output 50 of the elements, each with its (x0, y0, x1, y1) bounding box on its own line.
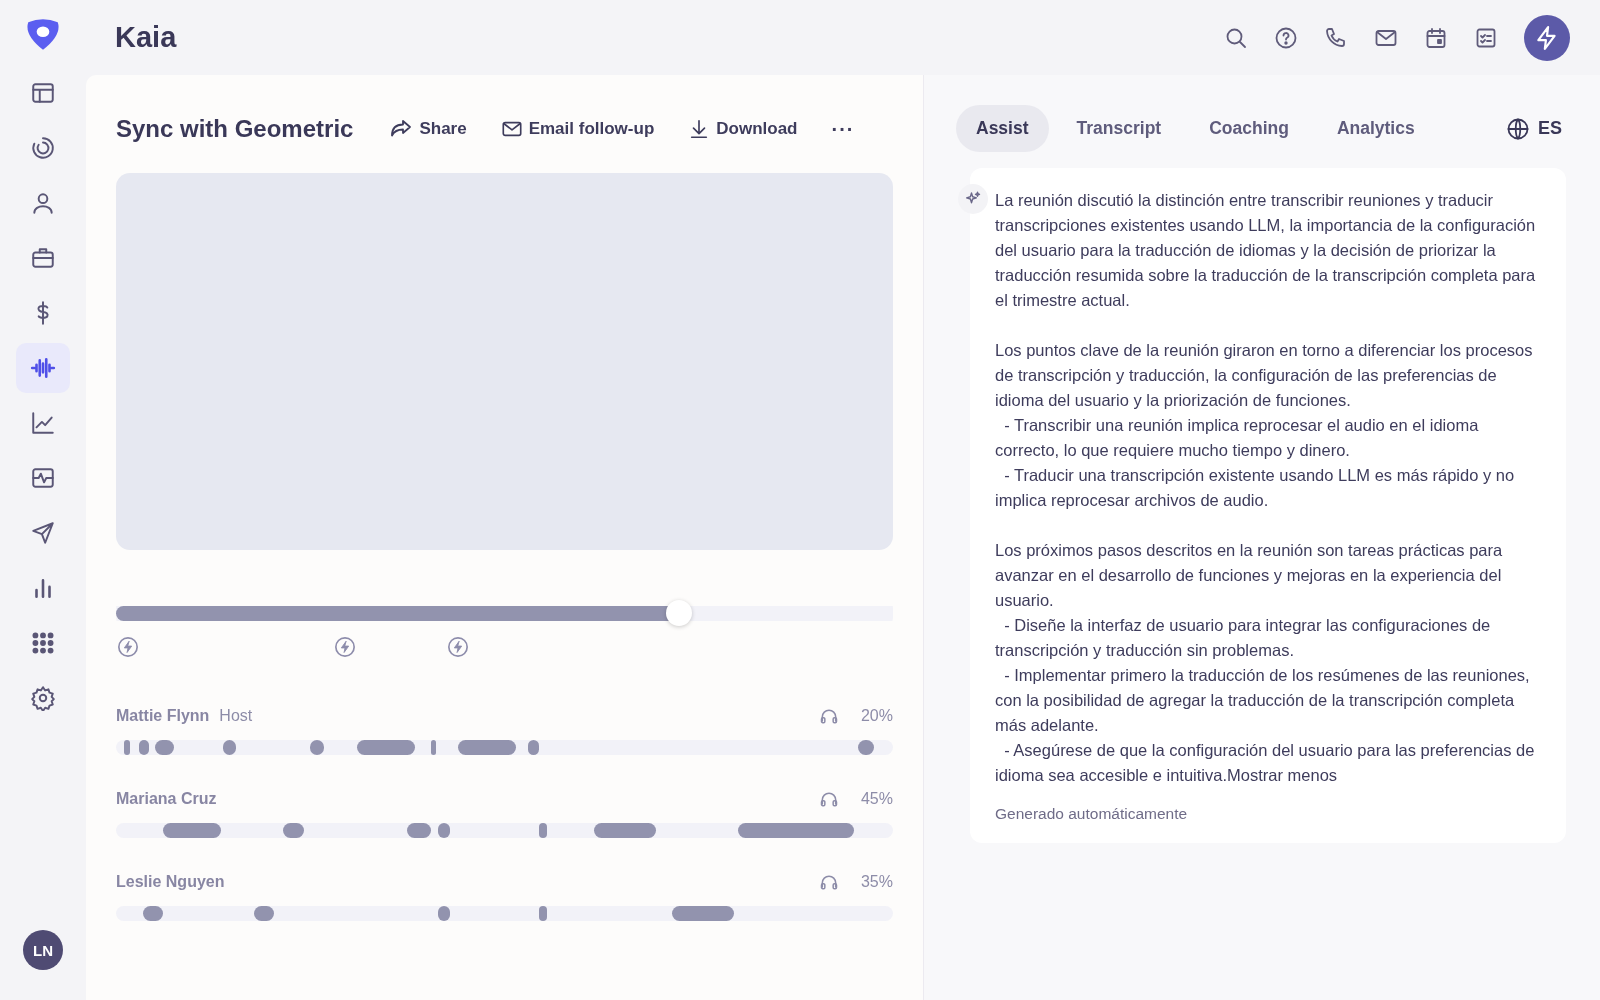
panel-tab[interactable]: Coaching (1189, 105, 1309, 152)
summary-text: - Traducir una transcripción existente usando LLM es más rápido y no implica reprocesar archivos de audio. (995, 465, 1516, 511)
briefcase-icon (30, 245, 56, 271)
summary-text: - Diseñe la interfaz de usuario para integrar las configuraciones de transcripción y traducción sin problemas. (995, 615, 1492, 661)
lightning-marker-icon[interactable] (334, 636, 357, 658)
speaker-name: Mariana Cruz (116, 790, 217, 808)
lightning-marker-icon[interactable] (116, 636, 139, 658)
send-icon (30, 520, 56, 546)
calendar-icon[interactable] (1424, 25, 1448, 50)
speaker-name: Mattie Flynn (116, 707, 210, 725)
call-title: Sync with Geometric (116, 115, 354, 143)
summary-text: - Transcribir una reunión implica reprocesar el audio en el idioma correcto, lo que requiere mucho tiempo y dinero. (995, 415, 1480, 461)
download-button[interactable]: Download (682, 114, 804, 144)
layout-icon (30, 80, 56, 106)
waveform-icon (30, 355, 56, 381)
trend-icon (30, 410, 56, 436)
pulse-icon (30, 465, 56, 491)
grid-icon (30, 630, 56, 656)
app-title: Kaia (115, 21, 177, 54)
generated-note: Generado automáticamente (995, 805, 1189, 823)
person-icon (30, 190, 56, 216)
help-icon[interactable] (1274, 25, 1298, 50)
panel-tab[interactable]: Transcript (1056, 105, 1182, 152)
speaker-role: Host (219, 707, 253, 725)
user-avatar[interactable]: LN (23, 930, 63, 970)
headphones-icon[interactable] (818, 706, 839, 726)
more-button[interactable]: ··· (825, 113, 861, 145)
summary-text: Los puntos clave de la reunión giraron en torno a diferenciar los procesos de transcripción y traducción, la configuración de las preferencias de idioma del usuario y la priorización de funciones. (995, 340, 1534, 411)
headphones-icon[interactable] (818, 789, 839, 809)
summary-text: - Implementar primero la traducción de los resúmenes de las reuniones, con la posibilidad de agregar la traducción de la transcripción completa más adelante. (995, 665, 1531, 736)
lightning-button[interactable] (1524, 14, 1570, 61)
share-button[interactable]: Share (383, 113, 473, 145)
summary-text: Los próximos pasos descritos en la reunión son tareas prácticas para avanzar en el desarrollo de funciones y mejoras en la experiencia del usuario. (995, 540, 1504, 611)
talk-share: 45% (860, 790, 893, 808)
headphones-icon[interactable] (818, 872, 839, 892)
phone-icon[interactable] (1324, 25, 1348, 50)
talk-share: 35% (860, 873, 893, 891)
speaker-name: Leslie Nguyen (116, 873, 225, 891)
talk-share: 20% (860, 707, 893, 725)
gear-icon (30, 685, 56, 711)
globe-icon (1506, 116, 1530, 141)
summary-text: La reunión discutió la distinción entre transcribir reuniones y traducir transcripciones existentes usando LLM, la importancia de la configuración del usuario para la traducción de idiomas y la decisión de priorizar la traducción resumida sobre la traducción de la transcripción completa para el trimestre actual. (995, 190, 1537, 311)
panel-tab[interactable]: Assist (956, 105, 1049, 152)
email-button[interactable]: Email follow-up (494, 114, 661, 144)
panel-tab[interactable]: Analytics (1316, 105, 1435, 152)
lightning-marker-icon[interactable] (446, 636, 469, 658)
summary-text: - Asegúrese de que la configuración del usuario para las preferencias de idioma sea accesible e intuitiva.Mostrar menos (995, 740, 1536, 786)
nav-item[interactable] (16, 343, 70, 393)
language-button[interactable]: ES (1502, 112, 1566, 145)
spinner-icon (30, 135, 56, 161)
